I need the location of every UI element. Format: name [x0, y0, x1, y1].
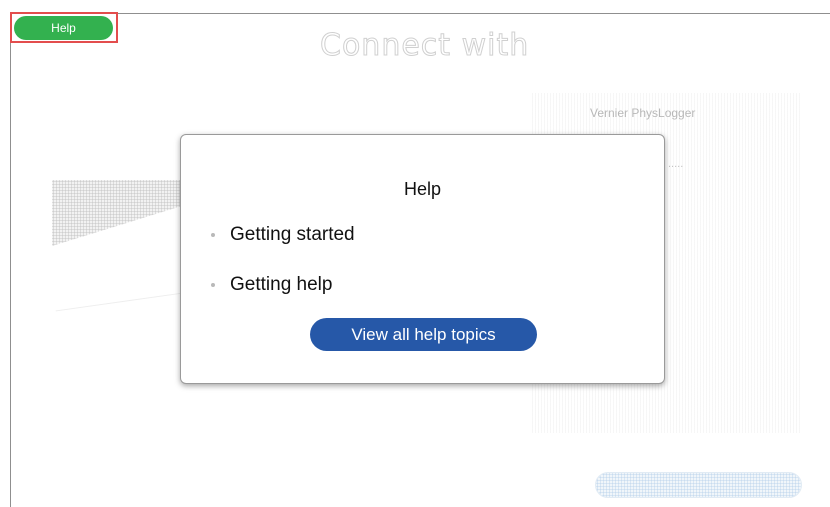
background-device-label: Vernier PhysLogger — [590, 106, 696, 120]
help-dialog-title: Help — [403, 179, 442, 199]
help-item-label: Getting started — [230, 224, 355, 245]
help-dialog: Help Getting started Getting help View a… — [180, 134, 665, 384]
help-item-getting-started[interactable]: Getting started — [211, 224, 355, 246]
frame-left-border — [10, 13, 11, 507]
background-next-button — [595, 472, 802, 498]
frame-top-border — [10, 13, 830, 14]
bullet-icon — [211, 233, 215, 237]
help-button[interactable]: Help — [14, 16, 113, 40]
help-item-label: Getting help — [230, 274, 333, 295]
background-title: Connect with — [319, 28, 530, 64]
background-device-sub: ..... — [668, 158, 684, 170]
bullet-icon — [211, 283, 215, 287]
view-all-help-topics-button[interactable]: View all help topics — [310, 318, 537, 351]
help-item-getting-help[interactable]: Getting help — [211, 274, 332, 296]
